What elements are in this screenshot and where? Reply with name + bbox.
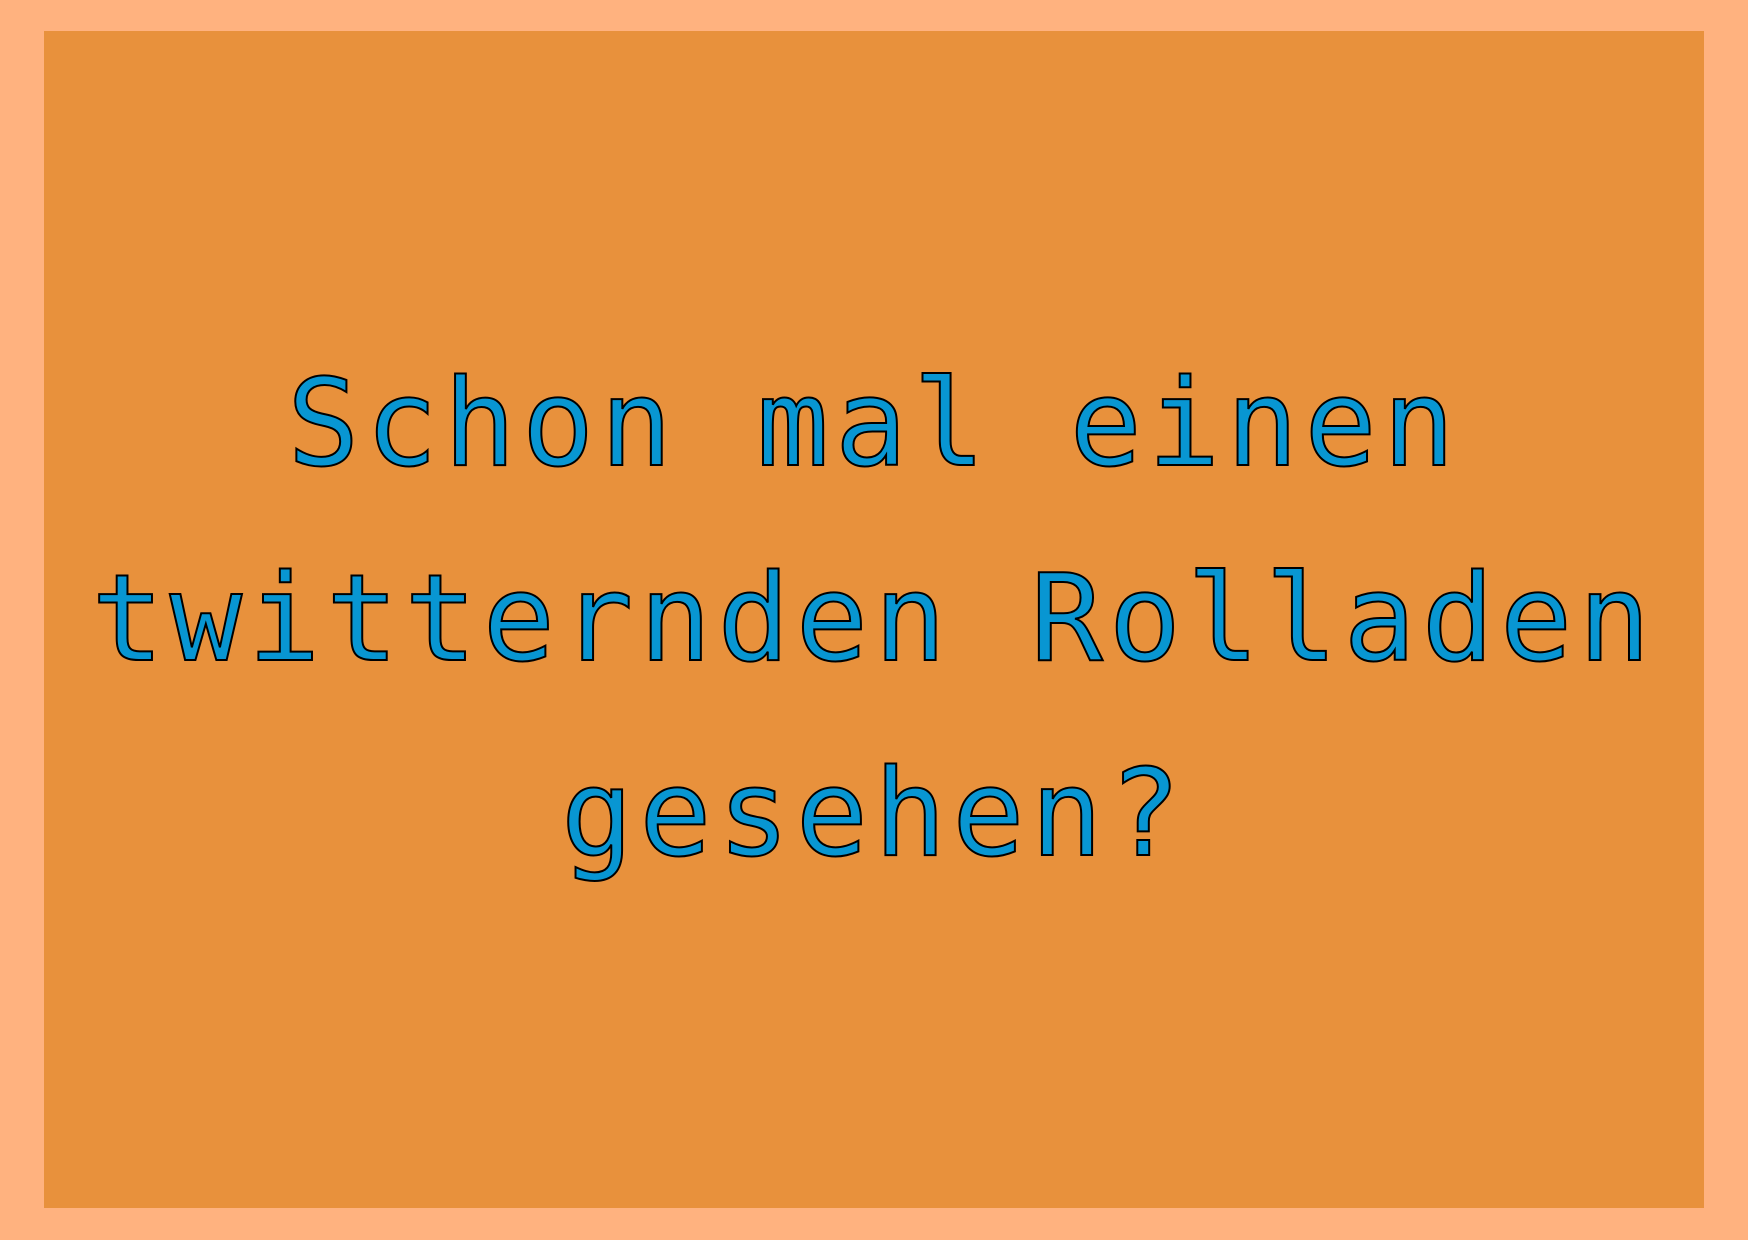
page: Schon mal einen twitternden Rolladen ges… bbox=[0, 0, 1748, 1240]
message-line-1: Schon mal einen bbox=[286, 354, 1461, 495]
message-card: Schon mal einen twitternden Rolladen ges… bbox=[44, 31, 1704, 1208]
message-line-3: gesehen? bbox=[560, 744, 1187, 885]
message-text: Schon mal einen twitternden Rolladen ges… bbox=[44, 31, 1704, 1208]
message-line-2: twitternden Rolladen bbox=[91, 549, 1657, 690]
